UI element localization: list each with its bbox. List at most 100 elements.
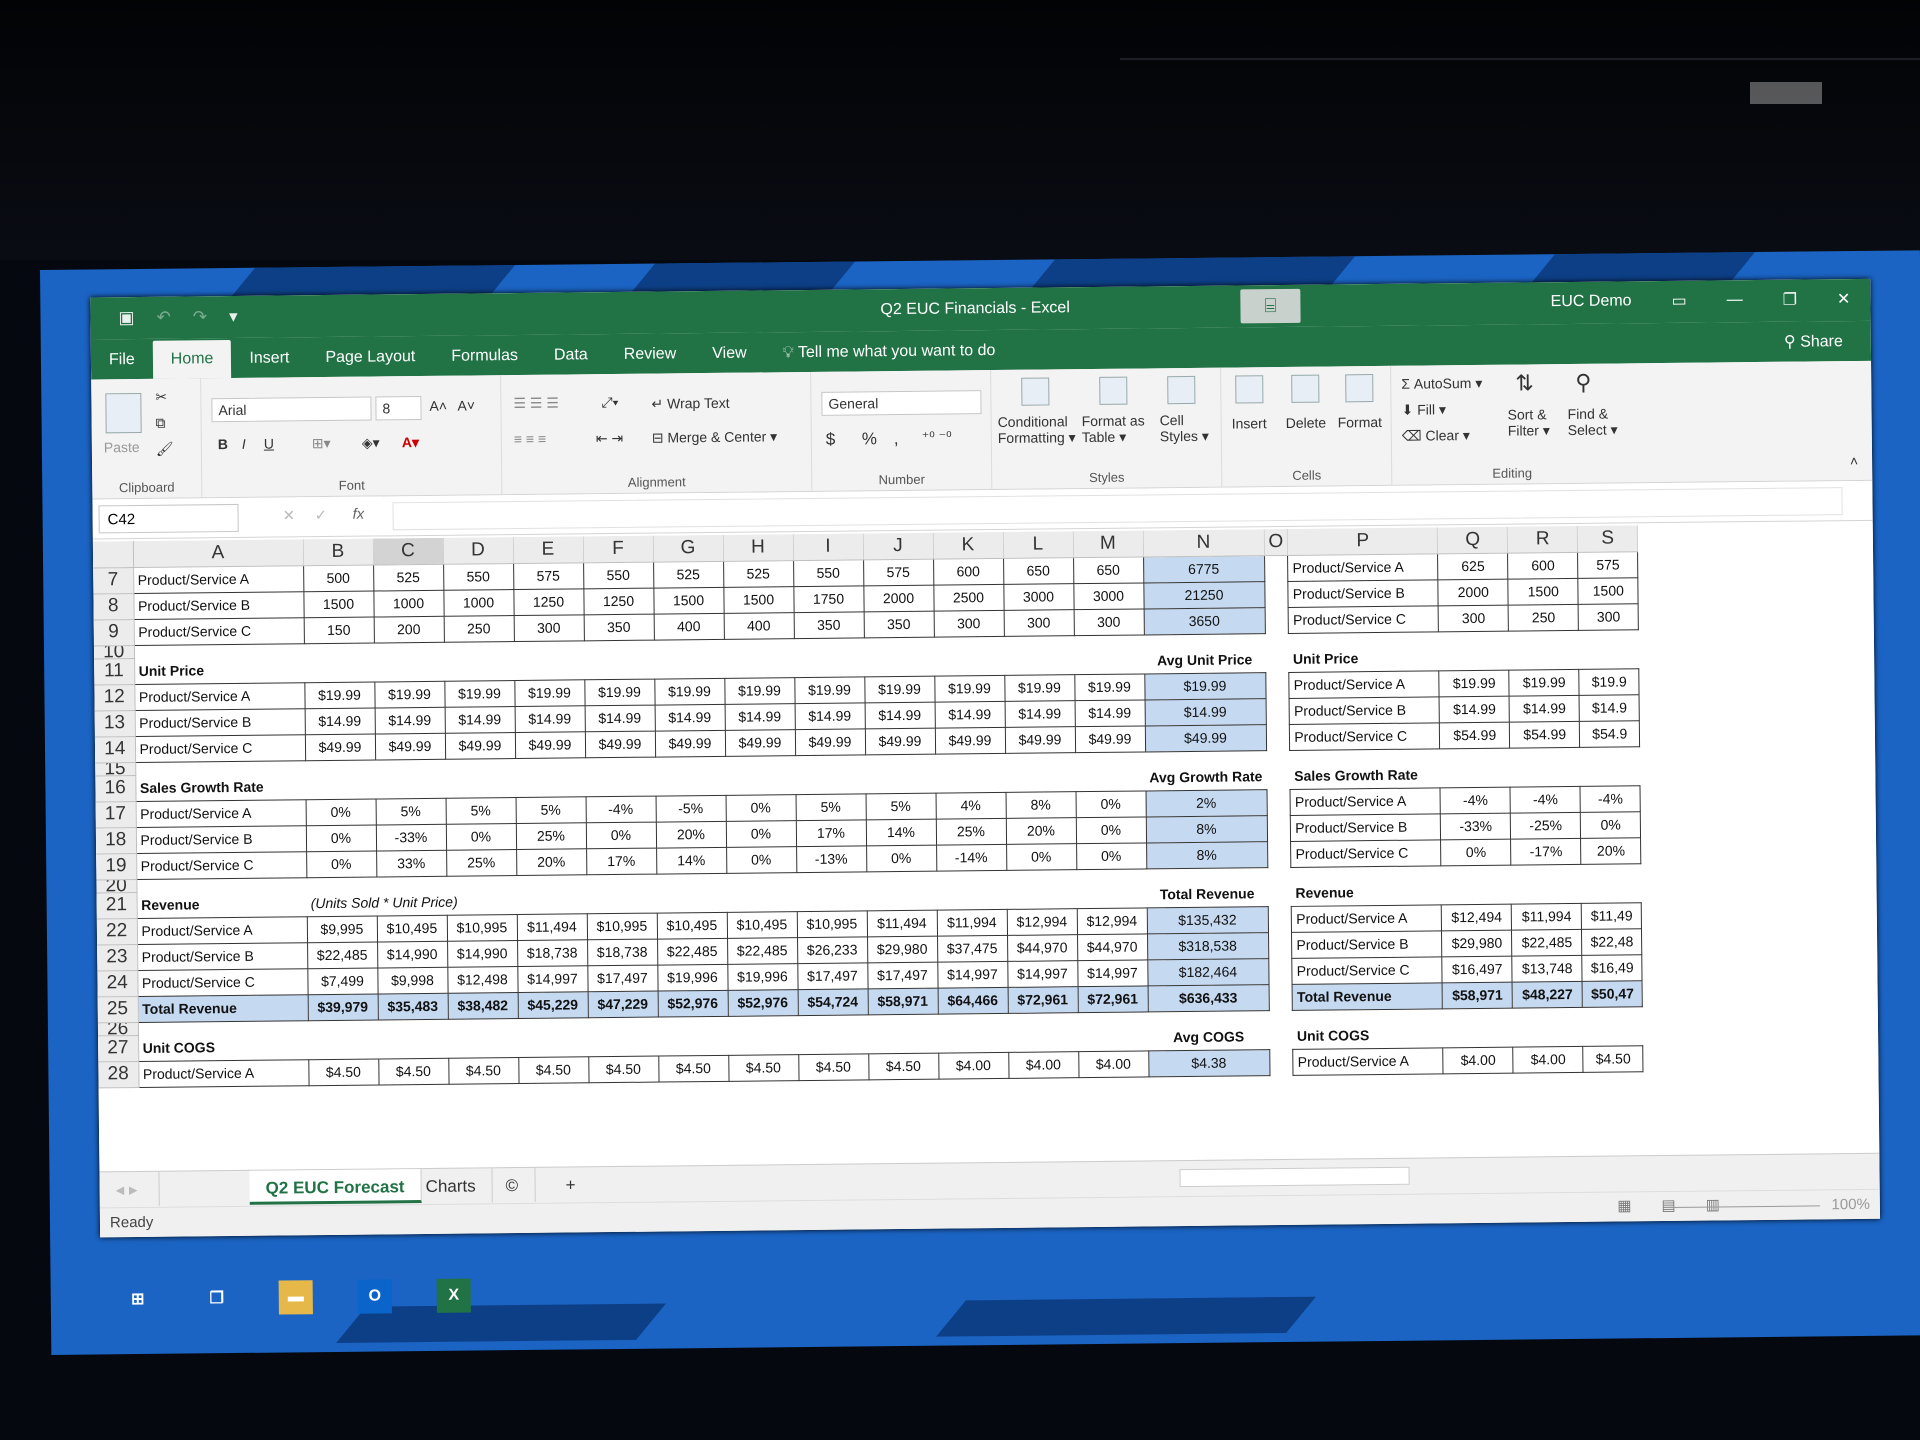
summary-cell[interactable]: 21250: [1143, 581, 1265, 609]
restore-icon[interactable]: ❐: [1783, 290, 1798, 310]
side-cell[interactable]: $14.99: [1509, 694, 1580, 722]
cell[interactable]: [1265, 633, 1289, 646]
cell[interactable]: 575: [863, 558, 934, 586]
cell[interactable]: 550: [793, 559, 864, 587]
cell[interactable]: [725, 768, 795, 795]
side-row-label[interactable]: Product/Service C: [1289, 722, 1440, 750]
cell[interactable]: [1265, 607, 1289, 633]
side-cell[interactable]: -4%: [1580, 785, 1641, 812]
paste-icon[interactable]: [105, 392, 142, 434]
row-header[interactable]: 17: [95, 801, 136, 828]
tell-me-box[interactable]: 💡︎ Tell me what you want to do: [765, 342, 1014, 373]
format-painter-icon[interactable]: 🖌︎: [156, 441, 174, 458]
column-header-c[interactable]: C: [372, 537, 444, 565]
wrap-text-button[interactable]: ↵ Wrap Text: [651, 395, 729, 413]
cell[interactable]: [794, 637, 864, 651]
bold-button[interactable]: B: [218, 436, 228, 452]
cell[interactable]: 2000: [863, 584, 934, 612]
cell[interactable]: [376, 876, 446, 890]
cell[interactable]: [588, 1030, 658, 1057]
cell[interactable]: 1000: [443, 589, 514, 616]
cell[interactable]: [585, 757, 655, 771]
cell[interactable]: 1250: [583, 587, 654, 615]
select-all-corner[interactable]: [92, 541, 134, 568]
clear-button[interactable]: ⌫ Clear ▾: [1402, 427, 1470, 445]
side-cell[interactable]: $54.9: [1579, 720, 1640, 747]
currency-button[interactable]: $: [826, 430, 836, 450]
summary-cell[interactable]: $49.99: [1144, 724, 1267, 752]
cell[interactable]: [1076, 868, 1146, 882]
cell[interactable]: [375, 759, 445, 773]
column-header-r[interactable]: R: [1507, 525, 1578, 553]
name-box[interactable]: C42: [98, 503, 239, 534]
side-section-label[interactable]: Unit COGS: [1293, 1021, 1443, 1049]
side-cell[interactable]: 575: [1577, 551, 1639, 578]
summary-cell[interactable]: $4.38: [1148, 1049, 1270, 1077]
cell[interactable]: -33%: [375, 823, 447, 851]
cell[interactable]: [585, 770, 655, 797]
cell[interactable]: $14.99: [444, 706, 515, 733]
cell[interactable]: [1266, 724, 1290, 750]
cell[interactable]: $44,970: [1007, 934, 1078, 961]
normal-view-icon[interactable]: ▦: [1617, 1196, 1631, 1214]
underline-button[interactable]: U: [264, 436, 274, 452]
cell[interactable]: $49.99: [584, 730, 656, 758]
side-row-label[interactable]: Product/Service C: [1288, 605, 1439, 633]
cell[interactable]: 300: [933, 609, 1004, 637]
cell[interactable]: [1269, 1023, 1293, 1049]
cell[interactable]: [658, 1016, 728, 1030]
row-label[interactable]: Product/Service A: [133, 565, 304, 594]
cell[interactable]: [1267, 789, 1291, 815]
fill-button[interactable]: ⬇ Fill ▾: [1401, 401, 1446, 418]
side-cell[interactable]: $14.9: [1579, 694, 1640, 721]
side-cell[interactable]: $4.50: [1583, 1045, 1644, 1072]
cell[interactable]: $72,961: [1077, 985, 1148, 1013]
cell[interactable]: $49.99: [934, 726, 1006, 754]
cell[interactable]: [725, 755, 795, 769]
cell[interactable]: [1146, 867, 1267, 881]
cell[interactable]: [518, 1030, 588, 1057]
side-row-label[interactable]: Product/Service B: [1289, 696, 1440, 724]
row-header[interactable]: 21: [96, 892, 137, 919]
row-label[interactable]: Product/Service A: [136, 916, 308, 945]
tab-view[interactable]: View: [694, 344, 765, 373]
cell[interactable]: [308, 1033, 378, 1060]
cell[interactable]: [1510, 760, 1580, 787]
cell[interactable]: [1144, 633, 1265, 647]
cell[interactable]: [445, 758, 515, 772]
cell[interactable]: [378, 1019, 448, 1033]
cell[interactable]: [728, 1028, 798, 1055]
cell[interactable]: [378, 1032, 448, 1059]
cell[interactable]: 17%: [795, 819, 867, 847]
side-cell[interactable]: $16,49: [1582, 954, 1643, 981]
sheet-tab-charts[interactable]: Charts: [409, 1168, 493, 1204]
cell[interactable]: 2500: [933, 583, 1004, 611]
cell[interactable]: [1583, 1006, 1643, 1020]
cell[interactable]: [1580, 746, 1640, 760]
new-sheet-button[interactable]: +: [549, 1167, 591, 1201]
cell[interactable]: $14.99: [1074, 699, 1145, 727]
cell[interactable]: $12,498: [447, 966, 518, 993]
cell[interactable]: [1268, 958, 1292, 984]
row-header[interactable]: 16: [95, 775, 136, 802]
increase-font-icon[interactable]: A˄: [429, 398, 447, 414]
cell[interactable]: [1439, 644, 1509, 671]
tab-home[interactable]: Home: [152, 340, 232, 379]
cell[interactable]: $4.50: [588, 1055, 659, 1083]
cell[interactable]: 1750: [793, 585, 864, 613]
insert-function-icon[interactable]: fx: [352, 506, 364, 523]
side-cell[interactable]: $54.99: [1439, 721, 1510, 749]
cell[interactable]: $38,482: [447, 992, 518, 1019]
side-cell[interactable]: -17%: [1510, 837, 1582, 865]
copy-icon[interactable]: ⧉: [156, 415, 166, 432]
cell[interactable]: $22,485: [657, 937, 728, 965]
cell[interactable]: [938, 1013, 1008, 1027]
cell[interactable]: [1078, 1011, 1148, 1025]
cell[interactable]: 4%: [935, 791, 1006, 819]
indent-icon[interactable]: ⇤ ⇥: [596, 430, 624, 447]
tab-formulas[interactable]: Formulas: [433, 347, 536, 376]
summary-cell[interactable]: 6775: [1143, 555, 1265, 583]
cell[interactable]: [654, 639, 724, 653]
side-cell[interactable]: 600: [1507, 551, 1579, 579]
cell[interactable]: [445, 771, 515, 798]
